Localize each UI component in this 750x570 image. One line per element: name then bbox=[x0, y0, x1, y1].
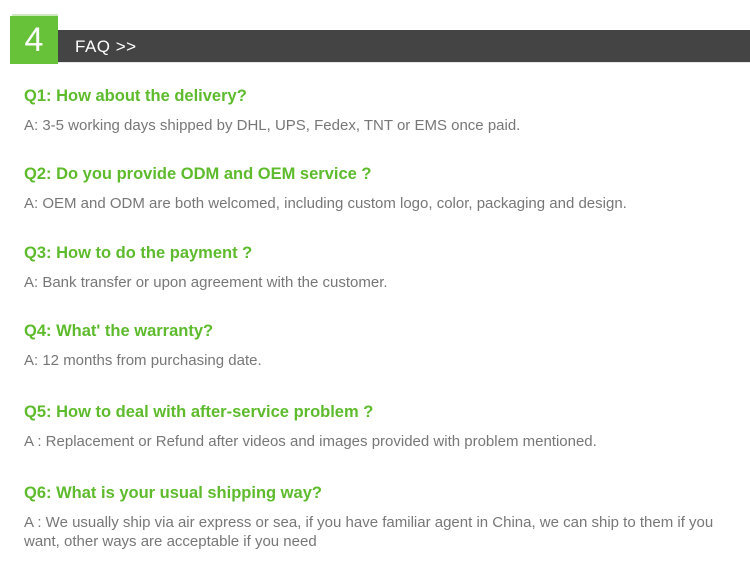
faq-item: Q6: What is your usual shipping way? A :… bbox=[24, 483, 739, 551]
faq-question: Q6: What is your usual shipping way? bbox=[24, 484, 322, 502]
faq-question: Q3: How to do the payment ? bbox=[24, 244, 253, 262]
faq-question: Q5: How to deal with after-service probl… bbox=[24, 403, 374, 421]
faq-question: Q4: What' the warranty? bbox=[24, 322, 214, 340]
faq-answer: A : Replacement or Refund after videos a… bbox=[24, 433, 597, 450]
faq-question: Q2: Do you provide ODM and OEM service ? bbox=[24, 165, 372, 183]
faq-question: Q1: How about the delivery? bbox=[24, 87, 247, 105]
faq-item: Q5: How to deal with after-service probl… bbox=[24, 402, 739, 451]
faq-item: Q1: How about the delivery? A: 3-5 worki… bbox=[24, 86, 739, 135]
section-number-badge: 4 bbox=[10, 16, 58, 64]
faq-answer: A : We usually ship via air express or s… bbox=[24, 514, 714, 550]
faq-item: Q2: Do you provide ODM and OEM service ?… bbox=[24, 164, 739, 213]
section-title: FAQ >> bbox=[75, 37, 137, 56]
faq-answer: A: 3-5 working days shipped by DHL, UPS,… bbox=[24, 117, 521, 134]
faq-answer: A: OEM and ODM are both welcomed, includ… bbox=[24, 195, 627, 212]
section-header-divider bbox=[12, 62, 750, 63]
faq-item: Q4: What' the warranty? A: 12 months fro… bbox=[24, 321, 739, 370]
faq-item: Q3: How to do the payment ? A: Bank tran… bbox=[24, 243, 739, 292]
faq-answer: A: Bank transfer or upon agreement with … bbox=[24, 274, 388, 291]
faq-answer: A: 12 months from purchasing date. bbox=[24, 352, 262, 369]
